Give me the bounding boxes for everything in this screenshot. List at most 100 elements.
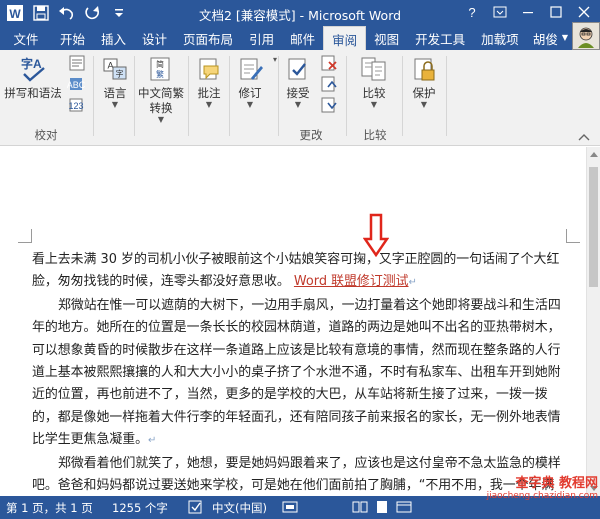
ribbon-tabs: 文件 开始 插入 设计 页面布局 引用 邮件 审阅 视图 开发工具 加载项 胡俊… [0,22,600,51]
compare-label: 比较 [362,86,386,100]
accept-button[interactable]: 接受 ▼ [280,54,316,109]
previous-change-icon[interactable] [319,75,339,93]
document-canvas[interactable]: 看上去未满 30 岁的司机小伙子被眼前这个小姑娘笑容可掬，又字正腔圆的一句话闹了… [0,147,586,515]
user-dropdown-icon[interactable]: ▼ [562,34,568,42]
protect-icon [409,54,439,84]
chinese-conversion-label-2: 转换 [149,101,173,115]
tab-page-layout[interactable]: 页面布局 [175,26,241,50]
track-changes-dropdown-icon: ▼ [246,100,254,109]
paragraph-text: 郑微站在惟一可以遮荫的大树下，一边用手扇风，一边打量着这个她即将要战斗和生活四年… [32,297,561,448]
comments-dropdown-icon: ▼ [205,100,213,109]
page-count[interactable]: 第 1 页，共 1 页 [6,500,93,516]
spelling-grammar-button[interactable]: 字A 拼写和语法 [4,54,62,101]
avatar[interactable] [572,22,600,50]
close-icon[interactable] [570,0,598,24]
paragraph-mark: ↵ [408,277,417,289]
separator [402,56,403,136]
paragraph: 看上去未满 30 岁的司机小伙子被眼前这个小姑娘笑容可掬，又字正腔圆的一句话闹了… [32,249,566,295]
svg-text:繁: 繁 [156,69,164,79]
print-layout-icon[interactable] [374,500,390,517]
word-icon[interactable]: W [4,3,26,23]
changes-extra-buttons [318,54,340,114]
tab-home[interactable]: 开始 [52,26,93,50]
reject-icon[interactable] [319,54,339,72]
comment-icon [194,54,224,84]
track-changes-icon [235,54,265,84]
watermark-sub: jiaocheng.chazidian.com [486,491,598,501]
compare-dropdown-icon: ▼ [370,100,378,109]
scroll-thumb[interactable] [589,167,598,287]
paragraph-mark: ↵ [148,435,157,447]
markup-dropdown-icon: ▾ [272,55,277,64]
vertical-scrollbar[interactable] [586,147,600,496]
watermark-main: 查字典 教程网 [515,476,598,491]
tab-file[interactable]: 文件 [0,26,52,50]
proofing-status-icon[interactable] [188,500,204,517]
separator [134,56,135,136]
quick-access-toolbar: W [4,3,130,23]
spelling-label: 拼写和语法 [4,86,62,100]
language-button[interactable]: A字 语言 ▼ [98,54,132,109]
accept-dropdown-icon: ▼ [294,100,302,109]
maximize-icon[interactable] [542,0,570,24]
collapse-ribbon-icon[interactable] [578,131,590,141]
tab-developer[interactable]: 开发工具 [407,26,473,50]
language-status[interactable]: 中文(中国) [212,500,267,516]
ribbon-display-icon[interactable] [486,0,514,24]
user-name[interactable]: 胡俊 [533,29,558,48]
revision-insertion[interactable]: Word 联盟修订测试 [294,274,409,289]
comments-button[interactable]: 批注 ▼ [190,54,228,109]
read-mode-icon[interactable] [352,500,368,517]
macro-record-icon[interactable] [282,500,298,517]
crop-mark [18,229,32,243]
define-icon[interactable]: 123 [67,96,87,114]
protect-button[interactable]: 保护 ▼ [404,54,444,109]
user-account[interactable]: 胡俊 ▼ [533,22,600,50]
separator [93,56,94,136]
tab-references[interactable]: 引用 [241,26,282,50]
protect-label: 保护 [412,86,436,100]
tab-insert[interactable]: 插入 [93,26,134,50]
word-count[interactable]: 1255 个字 [112,500,168,516]
protect-dropdown-icon: ▼ [420,100,428,109]
thesaurus-icon[interactable]: ABC [67,75,87,93]
separator [188,56,189,136]
tab-list: 开始 插入 设计 页面布局 引用 邮件 审阅 视图 开发工具 加载项 [52,26,527,51]
language-dropdown-icon: ▼ [111,100,119,109]
compare-button[interactable]: 比较 ▼ [352,54,396,109]
chinese-conversion-icon: 简繁 [146,54,176,84]
accept-label: 接受 [286,86,310,100]
tab-review[interactable]: 审阅 [323,26,367,51]
tab-view[interactable]: 视图 [366,26,407,50]
help-icon[interactable]: ? [458,0,486,24]
group-label-compare: 比较 [363,128,387,142]
track-changes-label: 修订 [238,86,262,100]
language-icon: A字 [100,54,130,84]
scroll-up-icon[interactable] [587,147,600,161]
tab-addins[interactable]: 加载项 [473,26,527,50]
save-icon[interactable] [30,3,52,23]
separator [346,56,347,136]
svg-text:W: W [9,7,21,21]
svg-text:123: 123 [68,101,83,111]
group-label-changes: 更改 [299,128,323,142]
chinese-conversion-button[interactable]: 简繁 中文简繁 转换 ▼ [136,54,186,124]
word-count-icon[interactable] [67,54,87,72]
group-label-proofing: 校对 [34,128,58,142]
svg-text:字: 字 [116,69,124,79]
spelling-icon: 字A [18,54,48,84]
separator [278,56,279,136]
web-layout-icon[interactable] [396,500,412,517]
tab-mailings[interactable]: 邮件 [282,26,323,50]
svg-text:字A: 字A [21,56,42,71]
next-change-icon[interactable] [319,96,339,114]
svg-text:ABC: ABC [67,80,86,90]
minimize-icon[interactable] [514,0,542,24]
tab-design[interactable]: 设计 [134,26,175,50]
redo-icon[interactable] [82,3,104,23]
track-changes-button[interactable]: 修订 ▼ [231,54,269,109]
undo-icon[interactable] [56,3,78,23]
customize-icon[interactable] [108,3,130,23]
svg-text:简: 简 [156,59,164,69]
separator [446,56,447,136]
